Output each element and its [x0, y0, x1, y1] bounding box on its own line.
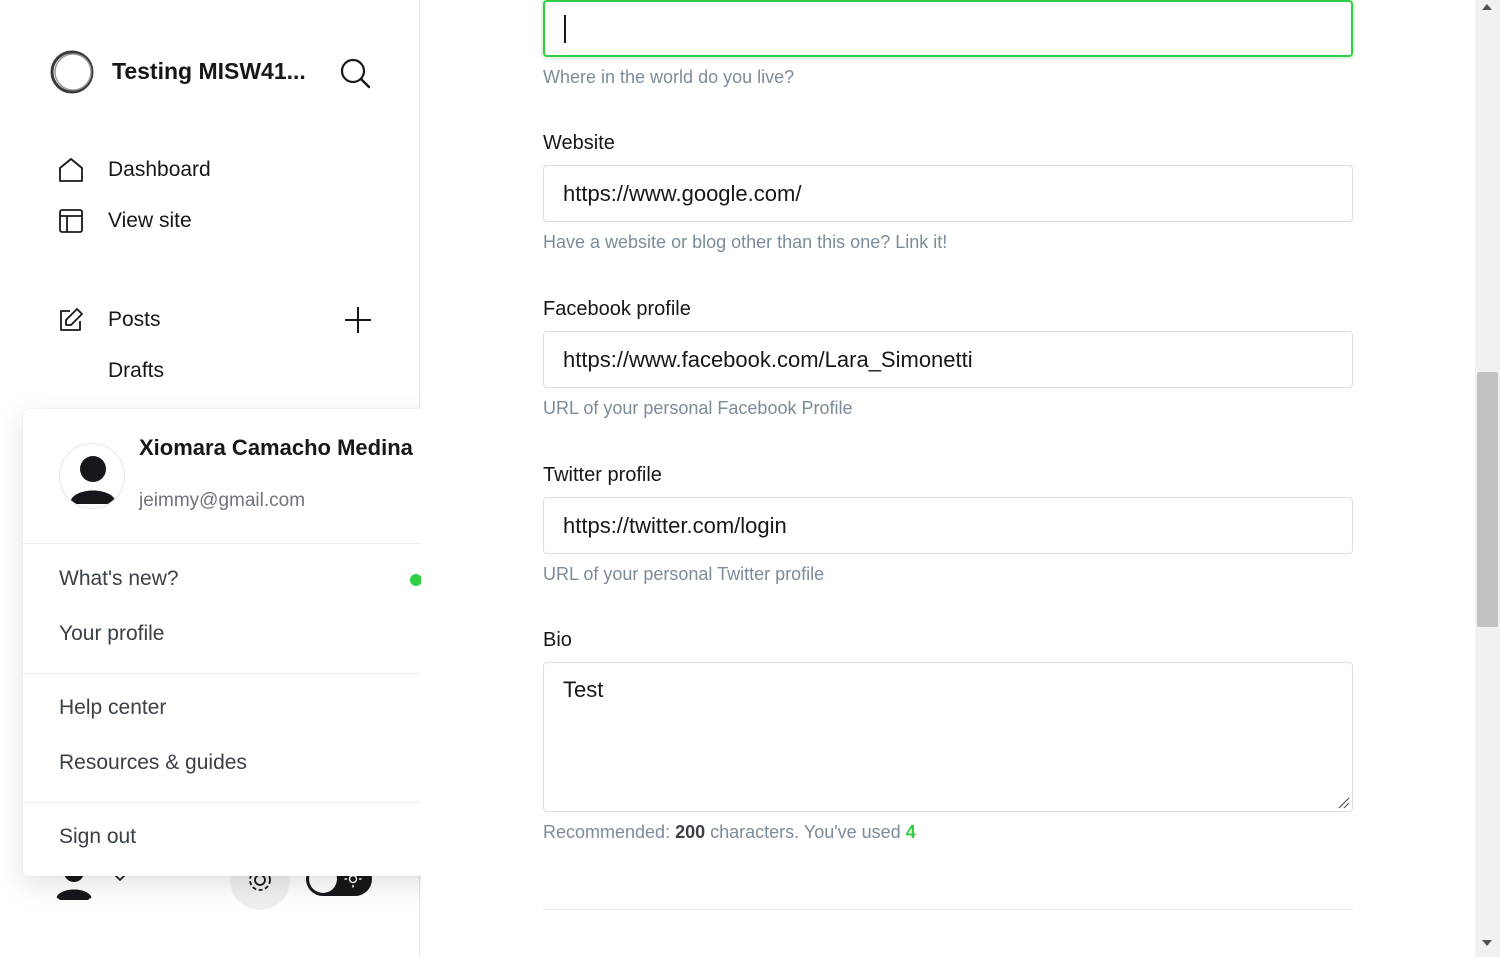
- sidebar-item-label: Posts: [108, 308, 161, 331]
- menu-item-whats-new[interactable]: What's new?: [59, 567, 179, 591]
- text-caret: [564, 14, 566, 43]
- plus-icon: [345, 307, 371, 333]
- user-name: Xiomara Camacho Medina: [139, 435, 413, 460]
- facebook-hint: URL of your personal Facebook Profile: [543, 398, 853, 418]
- user-email: jeimmy@gmail.com: [139, 490, 306, 511]
- location-hint: Where in the world do you live?: [543, 67, 795, 87]
- search-icon: [340, 58, 371, 89]
- bio-used-count: 4: [905, 822, 916, 842]
- menu-section: [23, 674, 458, 803]
- sidebar-item-label: Drafts: [108, 359, 165, 382]
- bio-hint: Recommended: 200 characters. You've used…: [543, 822, 916, 843]
- website-input[interactable]: https://www.google.com/: [543, 165, 1353, 222]
- bio-text: Test: [563, 677, 604, 702]
- sidebar-item-posts[interactable]: Posts: [56, 302, 161, 338]
- sidebar-item-view-site[interactable]: View site: [56, 203, 192, 239]
- sidebar-item-label: Dashboard: [108, 158, 211, 181]
- section-divider: [543, 909, 1353, 910]
- search-button[interactable]: [338, 56, 372, 90]
- new-post-button[interactable]: [342, 304, 374, 336]
- scrollbar-thumb[interactable]: [1477, 372, 1498, 627]
- home-icon: [56, 155, 86, 185]
- layout-icon: [56, 206, 86, 236]
- facebook-input[interactable]: https://www.facebook.com/Lara_Simonetti: [543, 331, 1353, 388]
- scrollbar[interactable]: [1475, 0, 1500, 957]
- website-label: Website: [543, 132, 615, 154]
- user-avatar-icon: [70, 456, 116, 504]
- location-input[interactable]: [543, 0, 1353, 57]
- resize-grip-icon[interactable]: [1336, 795, 1350, 809]
- twitter-hint: URL of your personal Twitter profile: [543, 564, 825, 584]
- bio-label: Bio: [543, 629, 572, 651]
- profile-form: Where in the world do you live? Website …: [421, 0, 1475, 957]
- menu-user-header: Xiomara Camacho Medina jeimmy@gmail.com: [23, 409, 458, 544]
- site-brand[interactable]: Testing MISW41...: [48, 48, 306, 96]
- site-title: Testing MISW41...: [112, 58, 306, 84]
- twitter-label: Twitter profile: [543, 464, 662, 486]
- scroll-up-arrow-icon[interactable]: [1482, 4, 1492, 10]
- user-dropdown-menu: Xiomara Camacho Medina jeimmy@gmail.com …: [23, 409, 458, 876]
- twitter-input[interactable]: https://twitter.com/login: [543, 497, 1353, 554]
- menu-item-your-profile[interactable]: Your profile: [59, 622, 164, 646]
- site-logo-icon: [50, 50, 94, 94]
- avatar: [59, 443, 125, 509]
- menu-item-resources[interactable]: Resources & guides: [59, 751, 247, 775]
- bio-hint-middle: characters. You've used: [705, 822, 906, 842]
- bio-textarea[interactable]: Test: [543, 662, 1353, 812]
- menu-item-sign-out[interactable]: Sign out: [59, 825, 136, 849]
- sidebar-item-label: View site: [108, 209, 192, 232]
- scroll-down-arrow-icon[interactable]: [1482, 940, 1492, 946]
- bio-hint-prefix: Recommended:: [543, 822, 676, 842]
- bio-recommended-count: 200: [675, 822, 706, 842]
- website-hint: Have a website or blog other than this o…: [543, 232, 948, 252]
- menu-section: [23, 544, 458, 674]
- edit-icon: [56, 305, 86, 335]
- menu-item-help-center[interactable]: Help center: [59, 696, 166, 720]
- facebook-label: Facebook profile: [543, 298, 691, 320]
- sidebar-item-dashboard[interactable]: Dashboard: [56, 152, 211, 188]
